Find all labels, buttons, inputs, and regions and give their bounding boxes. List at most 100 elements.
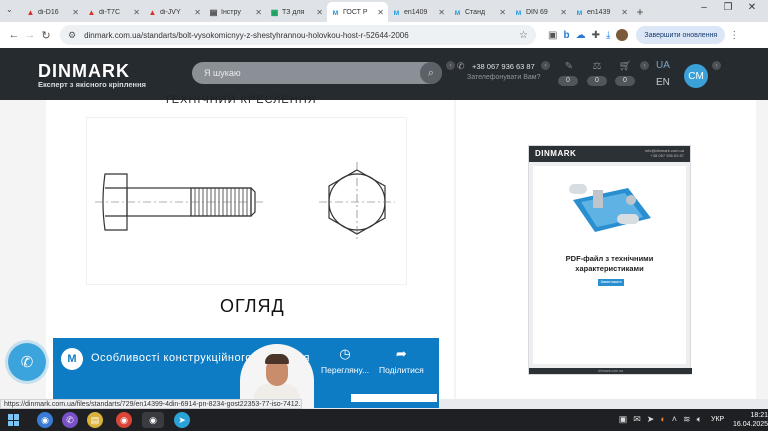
tab-label: di-T7C	[99, 8, 121, 16]
video-embed[interactable]: M Особливості конструкційного кріплення …	[53, 338, 439, 408]
telegram-app-icon[interactable]: ➤	[174, 412, 190, 428]
download-icon[interactable]: ⤓	[606, 30, 610, 41]
search-box: ⌕	[192, 62, 442, 84]
bolt-drawing-svg	[95, 162, 395, 242]
tray-color-icon[interactable]: ◐	[660, 414, 665, 425]
tab-close-icon[interactable]: ✕	[621, 8, 628, 17]
extension-cloud-icon[interactable]: ☁	[576, 30, 586, 41]
volume-icon[interactable]: 🔈︎	[697, 414, 702, 425]
phone-number[interactable]: +38 067 936 63 87	[472, 62, 535, 71]
browser-tab[interactable]: ▲ di-JVY ✕	[144, 2, 205, 22]
pdf-download-button[interactable]: Завантажити	[598, 279, 624, 286]
pdf-promo-phone: +38 067 936 63 87	[650, 153, 684, 158]
browser-tab[interactable]: ᴍ en1439 ✕	[571, 2, 632, 22]
extension-icons: ▣ b ☁ ✚ ⤓	[548, 29, 629, 41]
browser-tab[interactable]: ᴍ Станд ✕	[449, 2, 510, 22]
tab-close-icon[interactable]: ✕	[72, 8, 79, 17]
cart-icon[interactable]: 🛒︎	[614, 61, 636, 72]
input-language[interactable]: УКР	[711, 416, 724, 423]
tab-favicon-icon: ▦	[270, 7, 279, 17]
tray-app-icon[interactable]: ▣	[619, 414, 628, 425]
watch-later-button[interactable]: ◷ Переглянy...	[321, 346, 369, 375]
tab-label: di-JVY	[160, 8, 181, 16]
system-tray: ▣ ✉ ➤ ◐ ˄ ≋ 🔈︎	[619, 414, 702, 425]
screenshot-icon[interactable]: ▣	[548, 30, 557, 41]
account-button[interactable]: CM	[684, 64, 708, 88]
tab-favicon-icon: ▲	[87, 7, 96, 17]
wifi-icon[interactable]: ≋	[683, 414, 691, 425]
extension-b-icon[interactable]: b	[563, 30, 569, 41]
tab-favicon-icon: ᴍ	[393, 7, 400, 17]
phone-arrow-icon[interactable]: ›	[541, 61, 550, 70]
browser-toolbar: ← → ↻ ⚙ dinmark.com.ua/standarts/bolt-vy…	[0, 22, 768, 48]
site-header: DINMARK Експерт з якісного кріплення ⌕ ›…	[0, 48, 768, 100]
tab-close-icon[interactable]: ✕	[133, 8, 140, 17]
window-controls: – ❐ ✕	[692, 2, 764, 13]
tab-close-icon[interactable]: ✕	[438, 8, 445, 17]
tab-label: DIN 69	[526, 8, 548, 16]
bookmark-star-icon[interactable]: ☆	[519, 30, 528, 41]
tab-close-icon[interactable]: ✕	[499, 8, 506, 17]
tab-close-icon[interactable]: ✕	[194, 8, 201, 17]
account-arrow-icon[interactable]: ›	[712, 61, 721, 70]
pdf-promo-footer: dinmark.com.ua	[529, 368, 692, 374]
menu-dots-icon[interactable]: ⋮	[729, 30, 739, 41]
close-window-icon[interactable]: ✕	[740, 2, 764, 13]
callback-link[interactable]: Зателефонувати Вам?	[467, 74, 540, 81]
search-input[interactable]	[192, 68, 420, 78]
search-icon[interactable]: ⌕	[420, 62, 442, 84]
share-button[interactable]: ➦ Поділитися	[379, 346, 424, 375]
maximize-icon[interactable]: ❐	[716, 2, 740, 13]
profile-avatar[interactable]	[616, 29, 629, 41]
tab-close-icon[interactable]: ✕	[560, 8, 567, 17]
clock[interactable]: 18:21 16.04.2025	[733, 411, 768, 429]
tab-close-icon[interactable]: ✕	[316, 8, 323, 17]
compare-scales-icon[interactable]: ⚖	[586, 61, 608, 72]
extensions-puzzle-icon[interactable]: ✚	[592, 30, 600, 41]
pdf-promo-title: PDF-файл з технічними характеристиками	[565, 254, 654, 273]
tray-chevron-icon[interactable]: ˄	[672, 414, 677, 425]
tab-label: en1409	[404, 8, 428, 16]
windows-start-icon[interactable]	[8, 414, 20, 426]
back-icon[interactable]: ←	[6, 29, 22, 41]
pdf-promo-header: DINMARK info@dinmark.com.ua +38 067 936 …	[529, 146, 690, 162]
lang-en[interactable]: EN	[656, 77, 670, 88]
tab-close-icon[interactable]: ✕	[377, 8, 384, 17]
browser-tab[interactable]: ▲ di-T7C ✕	[83, 2, 144, 22]
forward-icon[interactable]: →	[22, 29, 38, 41]
tab-close-icon[interactable]: ✕	[255, 8, 262, 17]
file-explorer-icon[interactable]: ▤	[87, 412, 103, 428]
lang-ua[interactable]: UA	[656, 60, 670, 71]
chrome-profile2-icon[interactable]: ◉	[116, 412, 132, 428]
pdf-promo-banner[interactable]: DINMARK info@dinmark.com.ua +38 067 936 …	[528, 145, 692, 375]
reload-icon[interactable]: ↻	[38, 29, 54, 42]
tab-label: di-D16	[38, 8, 59, 16]
chat-bubble-icon[interactable]: ✆	[8, 343, 46, 381]
browser-tab[interactable]: ▲ di-D16 ✕	[22, 2, 83, 22]
browser-tab[interactable]: ᴍ en1409 ✕	[388, 2, 449, 22]
chrome-app-icon[interactable]: ◉	[37, 412, 53, 428]
viber-app-icon[interactable]: ✆	[62, 412, 78, 428]
address-bar[interactable]: ⚙ dinmark.com.ua/standarts/bolt-vysokomi…	[60, 25, 536, 45]
tools-arrow-icon[interactable]: ›	[640, 61, 649, 70]
clock-time: 18:21	[750, 412, 768, 419]
chrome-active-icon[interactable]: ◉	[142, 412, 164, 428]
wrench-icon[interactable]: ✎	[558, 61, 580, 72]
new-tab-icon[interactable]: +	[632, 2, 648, 22]
clock-date: 16.04.2025	[733, 421, 768, 428]
tab-favicon-icon: ▲	[148, 7, 157, 17]
browser-tab[interactable]: ▤ Інстру ✕	[205, 2, 266, 22]
tray-telegram-icon[interactable]: ➤	[647, 414, 655, 425]
finish-update-button[interactable]: Завершити оновлення	[636, 26, 726, 44]
browser-tab[interactable]: ᴍ DIN 69 ✕	[510, 2, 571, 22]
minimize-icon[interactable]: –	[692, 2, 716, 13]
site-logo[interactable]: DINMARK	[38, 61, 130, 82]
tray-teams-icon[interactable]: ✉	[633, 414, 641, 425]
browser-tab[interactable]: ᴍ ГОСТ Р ✕	[327, 2, 388, 22]
tab-search-icon[interactable]: ⌄	[6, 5, 13, 14]
tab-label: en1439	[587, 8, 611, 16]
search-arrow-icon[interactable]: ›	[446, 61, 455, 70]
channel-logo[interactable]: M	[61, 348, 83, 370]
site-info-icon[interactable]: ⚙	[68, 30, 76, 41]
browser-tab[interactable]: ▦ ТЗ для ✕	[266, 2, 327, 22]
